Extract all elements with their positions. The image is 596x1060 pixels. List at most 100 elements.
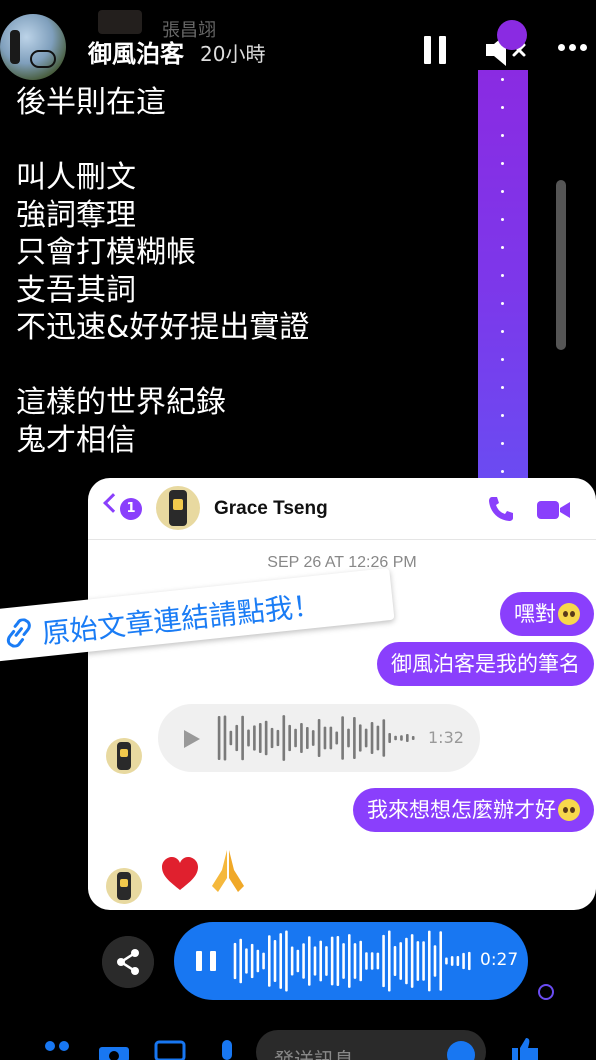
waveform-bar <box>229 730 233 746</box>
waveform-bar <box>329 726 333 750</box>
waveform-bar <box>400 735 403 741</box>
waveform-bar <box>353 943 357 979</box>
waveform-bar <box>330 936 334 986</box>
waveform-bar <box>317 718 321 758</box>
waveform-bar <box>433 945 437 977</box>
waveform-bar <box>376 952 380 970</box>
waveform-bar <box>276 729 280 747</box>
waveform-bar <box>217 715 221 761</box>
waveform-bar <box>288 724 291 752</box>
waveform-bar <box>416 941 420 981</box>
waveform-bar <box>382 934 385 988</box>
waveform-bar <box>282 715 286 761</box>
audio-pause-icon[interactable] <box>196 951 216 971</box>
purple-indicator-cap <box>497 20 527 50</box>
contact-small-avatar <box>106 868 142 904</box>
waveform-bar <box>462 952 465 970</box>
waveform-bar <box>294 728 297 748</box>
scrollbar-thumb[interactable] <box>556 180 566 350</box>
outgoing-message: 我來想想怎麼辦才好 <box>353 788 594 832</box>
waveform-bar <box>347 728 350 748</box>
unread-count-badge: 1 <box>120 498 142 520</box>
waveform-bar <box>256 949 260 973</box>
waveform-bar <box>325 946 328 976</box>
audio-waveform <box>233 930 471 992</box>
video-call-icon[interactable] <box>536 498 572 522</box>
waveform-bar <box>308 936 311 986</box>
waveform-bar <box>450 956 454 966</box>
waveform-bar <box>285 930 288 992</box>
story-time-ago: 20小時 <box>200 42 266 66</box>
waveform-bar <box>388 930 391 992</box>
waveform-bar <box>399 942 402 980</box>
waveform-bar <box>348 934 351 988</box>
purple-scroll-strip <box>478 70 528 485</box>
waveform-bar <box>311 730 315 746</box>
contact-avatar <box>156 486 200 530</box>
outgoing-message: 御風泊客是我的筆名 <box>377 642 594 686</box>
waveform-bar <box>439 931 442 991</box>
waveform-bar <box>364 728 368 748</box>
story-author-avatar[interactable] <box>0 14 66 80</box>
microphone-icon[interactable] <box>216 1040 238 1060</box>
waveform-bar <box>365 952 368 970</box>
contact-small-avatar <box>106 738 142 774</box>
messenger-screenshot-card: 1 Grace Tseng SEP 26 AT 12:26 PM 嘿對 御風泊客… <box>88 478 596 910</box>
waveform-bar <box>319 940 322 982</box>
emoji-icon[interactable] <box>446 1040 476 1060</box>
outgoing-audio-message[interactable]: 0:27 <box>174 922 528 1000</box>
incoming-audio-message[interactable]: 1:32 <box>158 704 480 772</box>
pleading-emoji-icon <box>558 799 580 821</box>
waveform-bar <box>306 726 309 750</box>
waveform-bar <box>235 724 239 752</box>
avatar-rider <box>10 30 20 64</box>
waveform-bar <box>341 716 344 760</box>
audio-duration: 0:27 <box>480 950 519 970</box>
waveform-bar <box>247 729 250 747</box>
smile-emoji-icon <box>558 603 580 625</box>
waveform-bar <box>376 725 380 751</box>
waveform-bar <box>370 952 374 970</box>
waveform-bar <box>300 723 303 753</box>
waveform-bar <box>336 936 340 986</box>
waveform-bar <box>370 722 374 754</box>
waveform-bar <box>279 933 282 989</box>
play-icon[interactable] <box>184 730 200 748</box>
pause-icon[interactable] <box>424 36 446 64</box>
waveform-bar <box>245 948 248 974</box>
waveform-bar <box>468 951 471 971</box>
waveform-bar <box>428 930 431 992</box>
waveform-bar <box>456 956 460 966</box>
folded-hands-emoji-icon <box>212 850 244 892</box>
more-options-icon[interactable] <box>558 44 588 54</box>
waveform-bar <box>323 726 327 750</box>
camera-icon[interactable] <box>98 1042 130 1060</box>
gallery-icon[interactable] <box>154 1040 186 1060</box>
phone-icon[interactable] <box>486 494 516 524</box>
waveform-bar <box>223 715 227 761</box>
thumbs-up-icon[interactable] <box>508 1036 542 1060</box>
outgoing-message: 嘿對 <box>500 592 594 636</box>
waveform-bar <box>358 724 362 752</box>
waveform-bar <box>241 715 244 761</box>
waveform-bar <box>406 734 409 742</box>
share-icon[interactable] <box>102 936 154 988</box>
waveform-bar <box>258 722 262 754</box>
waveform-bar <box>290 946 294 976</box>
message-input-placeholder: 發送訊息 <box>274 1048 354 1060</box>
story-author-name[interactable]: 御風泊客 <box>88 34 184 69</box>
chat-header: 1 Grace Tseng <box>88 478 596 540</box>
waveform-bar <box>302 943 305 979</box>
waveform-bar <box>250 943 254 979</box>
waveform-bar <box>239 938 242 984</box>
apps-icon[interactable] <box>44 1040 72 1060</box>
waveform-bar <box>410 934 414 988</box>
waveform-bar <box>342 943 345 979</box>
waveform-bar <box>270 727 274 749</box>
waveform-bar <box>264 720 268 756</box>
waveform-bar <box>296 949 300 973</box>
seen-check-icon <box>538 984 554 1000</box>
heart-emoji-icon <box>162 857 198 890</box>
waveform-bar <box>353 716 356 760</box>
waveform-bar <box>268 935 271 987</box>
